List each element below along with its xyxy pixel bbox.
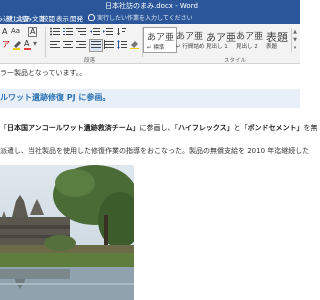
font-color-button[interactable]: A (24, 39, 29, 48)
more-icon[interactable]: ▾ (294, 45, 297, 51)
body-text-line: ラー製品となっています。。 (0, 69, 87, 77)
line-spacing-icon[interactable] (117, 40, 127, 51)
distributed-icon[interactable] (104, 40, 114, 51)
style-sample: あア亜 (176, 32, 204, 42)
font-color-dropdown-icon[interactable]: ▾ (33, 39, 37, 48)
style-name: ↵ 標準 (147, 45, 165, 51)
sort-icon[interactable] (117, 27, 126, 38)
increase-indent-icon[interactable] (103, 27, 113, 38)
text-effects-button[interactable]: ア (2, 39, 10, 50)
tab-review[interactable]: 校閲 (42, 13, 55, 23)
font-color-bar (24, 48, 31, 50)
styles-gallery-scroll[interactable]: ▲ ▼ ▾ (291, 28, 298, 52)
style-heading-2[interactable]: あア亜 見出し 2 (233, 27, 267, 53)
style-sample: あア亜 (147, 33, 175, 43)
grow-font-button[interactable]: A (2, 27, 7, 36)
lightbulb-icon (88, 14, 95, 21)
style-normal[interactable]: あア亜 ↵ 標準 (143, 27, 177, 53)
section-heading: ルワット遺跡修復 PJ に参画。 (0, 93, 111, 102)
style-title[interactable]: 表題 表題 (263, 27, 291, 53)
align-center-icon[interactable] (63, 40, 73, 51)
chevron-up-icon[interactable]: ▲ (293, 29, 297, 35)
separator (45, 27, 46, 57)
change-case-button[interactable]: Aa (11, 27, 20, 35)
style-name: 表題 (266, 44, 278, 50)
style-name: 見出し 1 (206, 44, 228, 50)
style-sample: あア亜 (236, 32, 264, 42)
shading-icon[interactable] (130, 40, 139, 51)
style-heading-1[interactable]: あア亜 見出し 1 (203, 27, 237, 53)
multilevel-list-icon[interactable] (76, 27, 86, 38)
char-border-button[interactable]: A (28, 27, 38, 37)
tab-mailings[interactable]: 差し込み文書 (6, 13, 45, 23)
tab-developer[interactable]: 開発 (70, 13, 83, 23)
chevron-down-icon[interactable]: ▼ (293, 37, 297, 43)
ribbon: A Aa A ア A ▾ 段落 あア亜 ↵ 標準 あア亜 ↵ 行間詰め あア亜 … (0, 24, 300, 64)
style-no-spacing[interactable]: あア亜 ↵ 行間詰め (173, 27, 207, 53)
paragraph-group-label: 段落 (84, 58, 96, 64)
body-paragraph: 「日本国アンコールワット遺跡救済チーム」に参画し、「ハイフレックス」と「ボンドセ… (0, 124, 318, 132)
decrease-indent-icon[interactable] (90, 27, 100, 38)
bullets-icon[interactable] (50, 27, 60, 38)
temple-photo-icon (0, 165, 134, 300)
body-paragraph: 派遣し、当社製品を使用した修復作業の指導をおこなった。製品の無償支給を 2010… (0, 147, 310, 155)
window-title: 日本社訪のまみ.docx - Word (105, 2, 198, 10)
ribbon-tabs: 込み込む文書 差し込み文書 校閲 表示 開発 実行したい作業を入力してください (0, 11, 300, 24)
numbering-icon[interactable] (63, 27, 73, 38)
tell-me-box[interactable]: 実行したい作業を入力してください (88, 12, 193, 23)
style-name: ↵ 行間詰め (176, 44, 205, 50)
styles-group-label: スタイル (224, 58, 247, 64)
align-right-icon[interactable] (76, 40, 86, 51)
style-name: 見出し 2 (236, 44, 258, 50)
tell-me-placeholder: 実行したい作業を入力してください (97, 15, 193, 22)
tab-view[interactable]: 表示 (56, 13, 69, 23)
align-left-icon[interactable] (50, 40, 60, 51)
title-bar: 日本社訪のまみ.docx - Word (0, 0, 300, 11)
document-area[interactable]: ラー製品となっています。。 ルワット遺跡修復 PJ に参画。 「日本国アンコール… (0, 64, 318, 300)
justify-icon[interactable] (89, 39, 103, 52)
angkor-wat-photo[interactable] (0, 165, 134, 300)
highlighter-icon (14, 41, 21, 48)
highlight-color-bar (13, 48, 20, 50)
